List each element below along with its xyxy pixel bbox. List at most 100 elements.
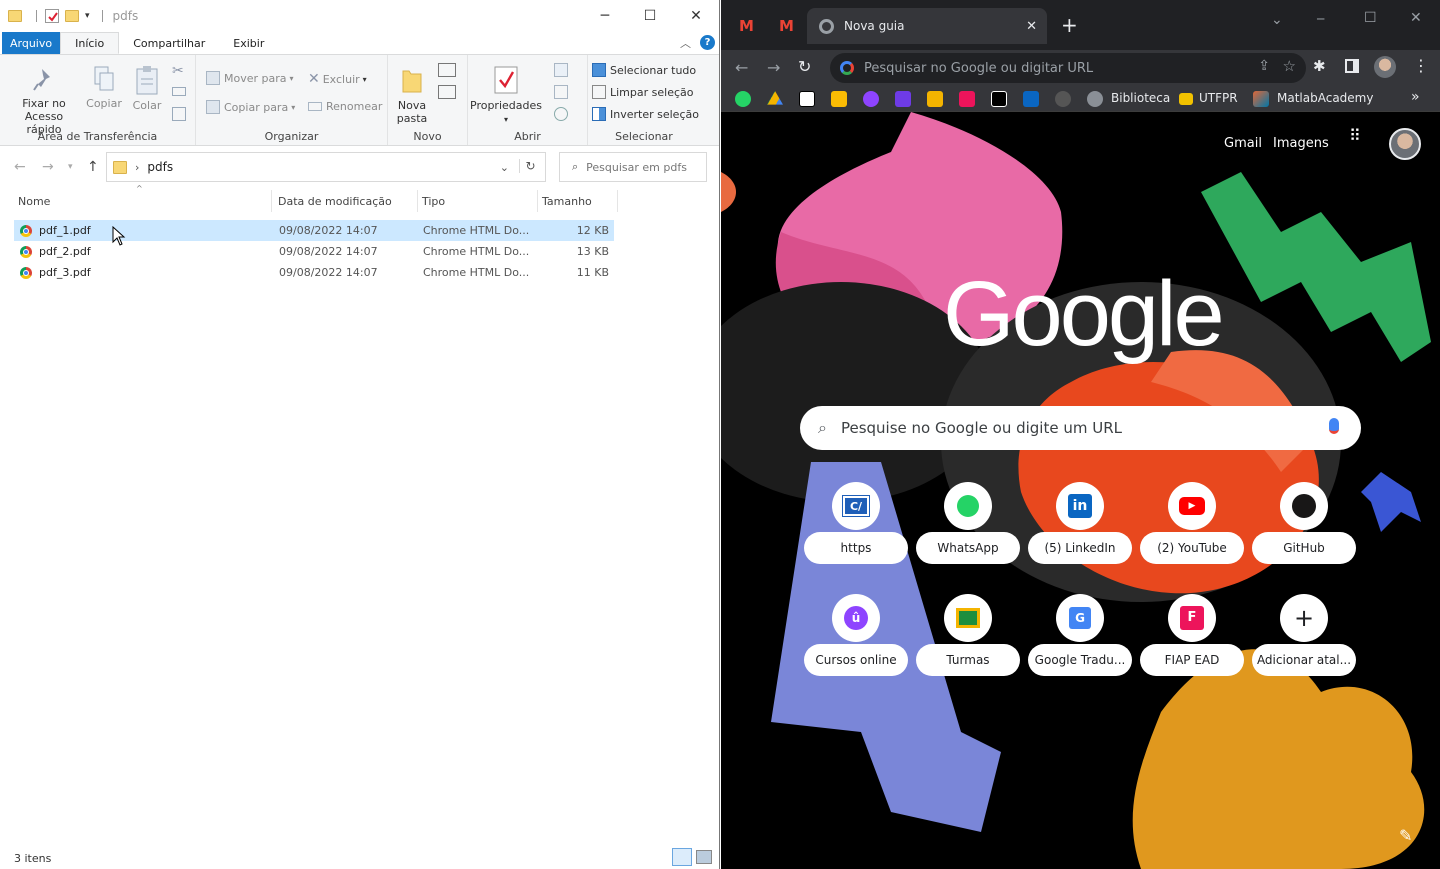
bookmark-biblioteca[interactable]: Biblioteca — [1111, 91, 1170, 105]
profile-avatar[interactable] — [1374, 56, 1396, 78]
omnibox[interactable]: Pesquisar no Google ou digitar URL ⇪ ☆ — [830, 53, 1306, 83]
up-arrow-icon[interactable]: ↑ — [87, 159, 99, 175]
pin-quick-access-button[interactable]: Fixar no Acesso rápido — [6, 65, 82, 136]
shortcut-tile[interactable]: F FIAP EAD — [1140, 594, 1244, 682]
open-icon[interactable] — [554, 63, 568, 77]
shortcut-tile[interactable]: + Adicionar atal... — [1252, 594, 1356, 682]
tab-nova-guia[interactable]: Nova guia ✕ — [807, 8, 1047, 44]
github-bookmark-icon[interactable] — [1055, 91, 1071, 107]
gmail-pinned-tab[interactable]: M — [739, 8, 761, 44]
new-folder-button[interactable]: Nova pasta — [392, 65, 432, 125]
column-name[interactable]: Nome — [14, 190, 272, 212]
file-row[interactable]: pdf_2.pdf 09/08/2022 14:07 Chrome HTML D… — [14, 241, 614, 262]
gmail-pinned-tab-2[interactable]: M — [779, 8, 801, 44]
google-apps-grid-icon[interactable]: ⠿ — [1349, 128, 1369, 144]
linkedin-bookmark-icon[interactable] — [1023, 91, 1039, 107]
shortcut-tile[interactable]: in (5) LinkedIn — [1028, 482, 1132, 570]
shortcut-tile[interactable]: ▶ (2) YouTube — [1140, 482, 1244, 570]
extensions-puzzle-icon[interactable]: ✱ — [1313, 57, 1326, 75]
tab-arquivo[interactable]: Arquivo — [2, 32, 61, 54]
chrome-minimize-button[interactable]: ─ — [1317, 12, 1324, 26]
cursos-online-bookmark-icon[interactable] — [863, 91, 879, 107]
more-bookmarks-icon[interactable]: » — [1411, 89, 1420, 105]
google-drive-bookmark-icon[interactable] — [767, 91, 783, 105]
search-field[interactable]: ⌕ Pesquisar em pdfs — [559, 152, 707, 182]
new-folder-quick-icon[interactable] — [65, 10, 79, 22]
help-icon[interactable]: ? — [700, 35, 715, 50]
side-panel-icon[interactable] — [1345, 59, 1359, 73]
large-icons-view-icon[interactable] — [696, 850, 712, 864]
tab-exibir[interactable]: Exibir — [219, 32, 278, 54]
new-tab-plus-icon[interactable]: + — [1061, 13, 1078, 37]
shortcut-tile[interactable]: WhatsApp — [916, 482, 1020, 570]
close-button[interactable]: ✕ — [673, 0, 719, 32]
file-row[interactable]: pdf_3.pdf 09/08/2022 14:07 Chrome HTML D… — [14, 262, 614, 283]
chrome-close-button[interactable]: ✕ — [1410, 10, 1422, 26]
fiap-bookmark-icon[interactable] — [959, 91, 975, 107]
tab-close-icon[interactable]: ✕ — [1026, 19, 1037, 34]
copy-button[interactable]: Copiar — [84, 65, 124, 110]
address-box[interactable]: › pdfs ⌄ ↻ — [106, 152, 546, 182]
forward-arrow-icon[interactable]: → — [767, 58, 780, 77]
shortcut-tile[interactable]: GitHub — [1252, 482, 1356, 570]
delete-button[interactable]: ✕ Excluir ▾ — [308, 71, 367, 87]
file-row[interactable]: pdf_1.pdf 09/08/2022 14:07 Chrome HTML D… — [14, 220, 614, 241]
gmail-link[interactable]: Gmail — [1224, 136, 1262, 151]
voice-search-mic-icon[interactable] — [1329, 418, 1339, 434]
notion-bookmark-icon[interactable] — [799, 91, 815, 107]
share-icon[interactable]: ⇪ — [1258, 58, 1270, 74]
tab-search-chevron-icon[interactable]: ⌄ — [1271, 12, 1283, 28]
tab-inicio[interactable]: Início — [60, 32, 120, 54]
copy-to-button[interactable]: Copiar para ▾ — [206, 100, 295, 114]
properties-quick-icon[interactable] — [45, 9, 59, 23]
bookmark-matlabacademy[interactable]: MatlabAcademy — [1277, 91, 1373, 105]
classroom-bookmark-icon[interactable] — [927, 91, 943, 107]
edit-icon[interactable] — [554, 85, 568, 99]
back-arrow-icon[interactable]: ← — [735, 58, 748, 77]
whatsapp-bookmark-icon[interactable] — [735, 91, 751, 107]
customize-pencil-icon[interactable]: ✎ — [1399, 826, 1412, 845]
collapse-ribbon-icon[interactable]: ︿ — [680, 35, 691, 51]
medium-bookmark-icon[interactable] — [991, 91, 1007, 107]
column-modified[interactable]: Data de modificação — [274, 190, 418, 212]
paste-button[interactable]: Colar — [127, 65, 167, 112]
select-none-button[interactable]: Limpar seleção — [592, 85, 693, 99]
rename-button[interactable]: Renomear — [308, 100, 382, 113]
refresh-icon[interactable]: ↻ — [519, 159, 541, 173]
bookmark-utfpr[interactable]: UTFPR — [1199, 91, 1238, 105]
move-to-button[interactable]: Mover para ▾ — [206, 71, 294, 85]
minimize-button[interactable]: ─ — [582, 0, 628, 32]
back-arrow-icon[interactable]: ← — [14, 159, 26, 175]
easy-access-icon[interactable] — [438, 85, 456, 99]
bookmark-star-icon[interactable]: ☆ — [1283, 57, 1296, 75]
ntp-search-box[interactable]: ⌕ Pesquise no Google ou digite um URL — [800, 406, 1361, 450]
shortcut-tile[interactable]: C/ https — [804, 482, 908, 570]
forward-arrow-icon[interactable]: → — [42, 159, 54, 175]
brave-bookmark-icon[interactable] — [895, 91, 911, 107]
quick-access-dropdown-icon[interactable]: ▾ — [85, 11, 90, 21]
recent-locations-icon[interactable]: ▾ — [68, 162, 73, 172]
shortcut-tile[interactable]: û Cursos online — [804, 594, 908, 682]
shortcut-tile[interactable]: Turmas — [916, 594, 1020, 682]
paste-shortcut-icon[interactable] — [172, 107, 186, 121]
reload-icon[interactable]: ↻ — [798, 57, 811, 76]
new-item-icon[interactable] — [438, 63, 456, 77]
select-all-button[interactable]: Selecionar tudo — [592, 63, 696, 77]
chrome-maximize-button[interactable]: ☐ — [1364, 10, 1377, 26]
cut-icon[interactable]: ✂ — [172, 63, 186, 79]
properties-button[interactable]: Propriedades ▾ — [470, 65, 542, 126]
details-view-icon[interactable] — [672, 848, 692, 866]
maximize-button[interactable]: ☐ — [627, 0, 673, 32]
column-size[interactable]: Tamanho — [538, 190, 618, 212]
invert-selection-button[interactable]: Inverter seleção — [592, 107, 699, 121]
history-icon[interactable] — [554, 107, 568, 121]
copy-path-icon[interactable] — [172, 87, 186, 96]
tab-compartilhar[interactable]: Compartilhar — [119, 32, 219, 54]
images-link[interactable]: Imagens — [1273, 136, 1329, 151]
breadcrumb-pdfs[interactable]: pdfs — [147, 160, 173, 174]
column-type[interactable]: Tipo — [418, 190, 538, 212]
keep-bookmark-icon[interactable] — [831, 91, 847, 107]
shortcut-tile[interactable]: G Google Tradu... — [1028, 594, 1132, 682]
chrome-menu-icon[interactable]: ⋮ — [1413, 56, 1429, 75]
account-avatar[interactable] — [1389, 128, 1421, 160]
